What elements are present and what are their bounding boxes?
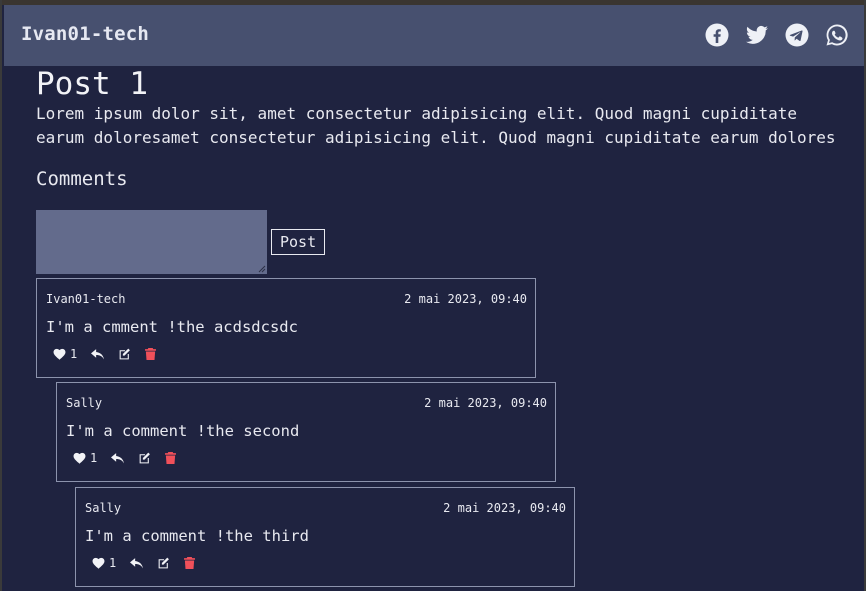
- reply-button[interactable]: [111, 452, 125, 464]
- edit-button[interactable]: [118, 348, 131, 360]
- post-comment-button[interactable]: Post: [271, 229, 326, 255]
- comment-actions: 1: [73, 451, 190, 465]
- facebook-icon[interactable]: [705, 23, 729, 47]
- trash-icon: [165, 452, 177, 464]
- reply-icon: [111, 452, 125, 463]
- comment-actions: 1: [92, 556, 209, 570]
- comment-card: Sally 2 mai 2023, 09:40 I'm a comment !t…: [75, 487, 575, 587]
- trash-icon: [184, 557, 196, 569]
- comments-heading: Comments: [36, 168, 128, 190]
- like-count: 1: [70, 347, 78, 361]
- reply-icon: [130, 557, 144, 568]
- brand-logo-text[interactable]: Ivan01-tech: [21, 23, 149, 45]
- delete-button[interactable]: [145, 348, 157, 360]
- comment-input[interactable]: [36, 210, 267, 274]
- delete-button[interactable]: [184, 557, 196, 569]
- comment-author: Sally: [85, 501, 122, 515]
- heart-icon: [73, 452, 86, 464]
- edit-icon: [139, 452, 151, 464]
- edit-button[interactable]: [157, 557, 170, 569]
- comment-author: Ivan01-tech: [46, 292, 126, 306]
- comment-card: Sally 2 mai 2023, 09:40 I'm a comment !t…: [56, 382, 556, 482]
- delete-button[interactable]: [165, 452, 177, 464]
- comment-text: I'm a cmment !the acdsdcsdc: [46, 318, 298, 336]
- telegram-icon[interactable]: [785, 23, 809, 47]
- reply-icon: [91, 348, 105, 359]
- like-button[interactable]: 1: [73, 451, 97, 465]
- heart-icon: [92, 557, 105, 569]
- comment-card: Ivan01-tech 2 mai 2023, 09:40 I'm a cmme…: [36, 278, 536, 378]
- whatsapp-icon[interactable]: [825, 23, 849, 47]
- like-count: 1: [90, 451, 98, 465]
- comment-actions: 1: [53, 347, 170, 361]
- post-title: Post 1: [36, 66, 148, 102]
- comment-date: 2 mai 2023, 09:40: [443, 501, 566, 515]
- post-body: Lorem ipsum dolor sit, amet consectetur …: [36, 104, 836, 147]
- twitter-icon[interactable]: [745, 23, 769, 47]
- heart-icon: [53, 348, 66, 360]
- comment-date: 2 mai 2023, 09:40: [424, 396, 547, 410]
- site-header: Ivan01-tech: [4, 5, 864, 66]
- comment-author: Sally: [66, 396, 103, 410]
- reply-button[interactable]: [91, 348, 105, 360]
- edit-button[interactable]: [138, 452, 151, 464]
- app-window: Ivan01-tech Post 1 Lorem ipsum dolor sit…: [0, 0, 866, 591]
- like-button[interactable]: 1: [53, 347, 77, 361]
- comment-text: I'm a comment !the third: [85, 527, 309, 545]
- like-button[interactable]: 1: [92, 556, 116, 570]
- edit-icon: [119, 348, 131, 360]
- comment-date: 2 mai 2023, 09:40: [404, 292, 527, 306]
- reply-button[interactable]: [130, 557, 144, 569]
- comment-text: I'm a comment !the second: [66, 422, 300, 440]
- social-links: [705, 23, 849, 47]
- edit-icon: [158, 557, 170, 569]
- like-count: 1: [109, 556, 117, 570]
- trash-icon: [145, 348, 157, 360]
